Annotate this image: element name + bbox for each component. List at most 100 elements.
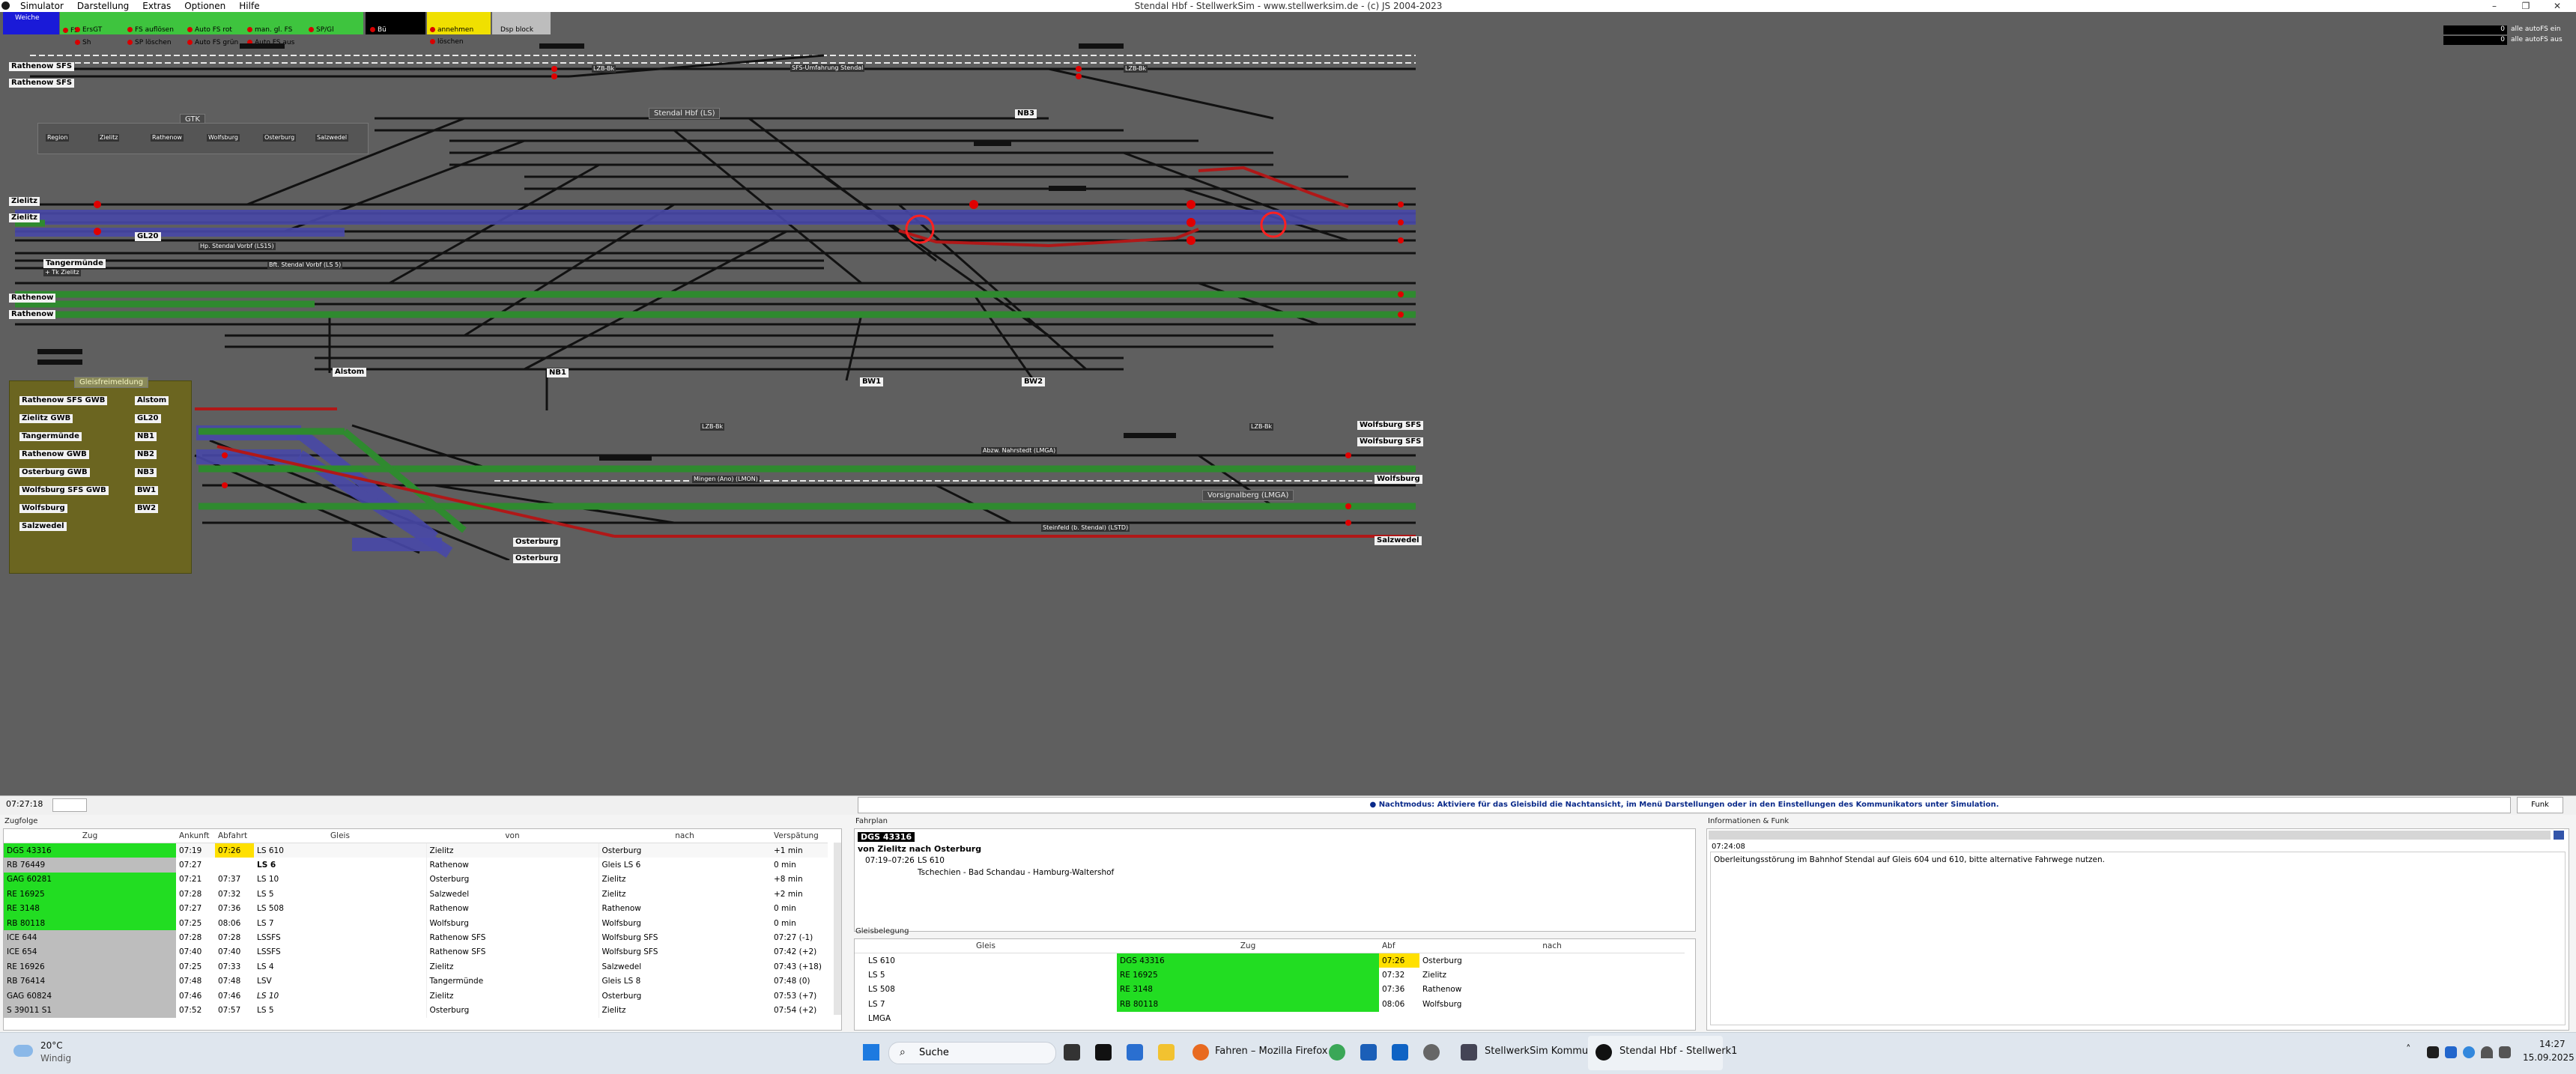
fs-aufloesen-button[interactable]: FS auflösen: [127, 26, 174, 34]
close-icon[interactable]: ✕: [2542, 0, 2572, 12]
legend-item[interactable]: Alstom: [135, 396, 169, 405]
table-row[interactable]: LS 5 RE 16925 07:32 Zielitz: [855, 968, 1685, 983]
col-zug[interactable]: Zug: [4, 829, 176, 843]
maximize-icon[interactable]: ❐: [2511, 0, 2541, 12]
legend-item[interactable]: Wolfsburg: [19, 504, 67, 513]
legend-item[interactable]: Rathenow SFS GWB: [19, 396, 108, 405]
table-row[interactable]: GAG 60281 07:21 07:37 LS 10 Osterburg Zielitz…: [4, 872, 828, 888]
menu-hilfe[interactable]: Hilfe: [232, 0, 266, 12]
menu-darstellung[interactable]: Darstellung: [70, 0, 136, 12]
legend-item[interactable]: NB1: [135, 432, 157, 441]
speaker-icon[interactable]: [2499, 1046, 2511, 1058]
col-abfahrt[interactable]: Abfahrt: [215, 829, 254, 843]
table-row[interactable]: RE 3148 07:27 07:36 LS 508 Rathenow Rathenow 0…: [4, 901, 828, 916]
col-abf[interactable]: Abf: [1379, 939, 1419, 953]
legend-item[interactable]: Wolfsburg SFS GWB: [19, 486, 109, 495]
legend-item[interactable]: Salzwedel: [19, 522, 67, 531]
gtk-button-salzwedel[interactable]: Salzwedel: [315, 134, 349, 142]
menu-optionen[interactable]: Optionen: [178, 0, 232, 12]
table-row[interactable]: GAG 60824 07:46 07:46 LS 10 Zielitz Osterburg…: [4, 988, 828, 1004]
weiche-button[interactable]: Weiche: [3, 12, 59, 34]
app-icon[interactable]: [1360, 1044, 1377, 1061]
legend-item[interactable]: Rathenow GWB: [19, 450, 89, 459]
table-cell: Rathenow: [1422, 985, 1462, 995]
stellwerk-task[interactable]: Stendal Hbf - Stellwerk1: [1619, 1046, 1737, 1057]
col-zug[interactable]: Zug: [1117, 939, 1379, 953]
auto-fs-rot-button[interactable]: Auto FS rot: [187, 26, 232, 34]
info-settings-icon[interactable]: [2554, 831, 2564, 840]
table-row[interactable]: RB 76449 07:27 LS 6 Rathenow Gleis LS 60 min: [4, 858, 828, 873]
table-row[interactable]: RE 16926 07:25 07:33 LS 4 Zielitz Salzwedel 07…: [4, 959, 828, 974]
ersgt-button[interactable]: ErsGT: [75, 26, 102, 34]
table-cell: 07:28: [218, 933, 241, 943]
outlook-icon[interactable]: [1392, 1044, 1408, 1061]
gtk-button-osterburg[interactable]: Osterburg: [263, 134, 297, 142]
windows-start-icon[interactable]: [863, 1044, 879, 1061]
alle-autofs-ein-button[interactable]: alle autoFS ein: [2511, 25, 2561, 33]
wifi-icon[interactable]: [2481, 1046, 2493, 1058]
folder-icon[interactable]: [1158, 1044, 1175, 1061]
col-gleis[interactable]: Gleis: [254, 829, 426, 843]
task-view-icon[interactable]: [1064, 1044, 1080, 1061]
minimize-icon[interactable]: –: [2479, 0, 2509, 12]
table-row[interactable]: LS 7 RB 80118 08:06 Wolfsburg: [855, 997, 1685, 1012]
table-row[interactable]: LS 508 RE 3148 07:36 Rathenow: [855, 982, 1685, 998]
terminal-icon[interactable]: [1095, 1044, 1112, 1061]
gtk-button-region[interactable]: Region: [46, 134, 70, 142]
table-row[interactable]: LMGA: [855, 1012, 1685, 1026]
table-row[interactable]: S 39011 S1 07:52 07:57 LS 5 Osterburg Zielitz…: [4, 1003, 828, 1018]
col-verspaetung[interactable]: Verspätung: [771, 829, 828, 843]
table-row[interactable]: RE 16925 07:28 07:32 LS 5 Salzwedel Zielitz +2…: [4, 887, 828, 902]
legend-item[interactable]: BW1: [135, 486, 159, 495]
search-icon: ⌕: [900, 1046, 906, 1058]
table-row[interactable]: RB 80118 07:25 08:06 LS 7 Wolfsburg Wolfsburg…: [4, 915, 828, 931]
firefox-icon[interactable]: [1192, 1044, 1209, 1061]
signal-dot-icon: [430, 27, 435, 32]
col-von[interactable]: von: [426, 829, 598, 843]
area-label: SFS-Umfahrung Stendal: [790, 64, 865, 72]
col-ankunft[interactable]: Ankunft: [176, 829, 215, 843]
legend-item[interactable]: Zielitz GWB: [19, 414, 73, 423]
funk-button[interactable]: Funk: [2517, 797, 2563, 813]
table-row[interactable]: LS 610 DGS 43316 07:26 Osterburg: [855, 953, 1685, 968]
table-cell: 08:06: [218, 918, 241, 928]
gtk-button-wolfsburg[interactable]: Wolfsburg: [207, 134, 240, 142]
kommunikator-task[interactable]: StellwerkSim Kommunik: [1485, 1046, 1603, 1057]
sp-gl-button[interactable]: SP/Gl: [309, 26, 334, 34]
col-gleis[interactable]: Gleis: [855, 939, 1117, 953]
store-icon[interactable]: [1127, 1044, 1143, 1061]
annehmen-button[interactable]: annehmen: [430, 26, 473, 34]
tray-icon[interactable]: [2463, 1046, 2475, 1058]
tray-icon[interactable]: [2445, 1046, 2457, 1058]
menu-extras[interactable]: Extras: [136, 0, 178, 12]
legend-item[interactable]: BW2: [135, 504, 159, 513]
stellwerksim-icon[interactable]: [1461, 1044, 1477, 1061]
legend-item[interactable]: Osterburg GWB: [19, 468, 90, 477]
gtk-button-rathenow[interactable]: Rathenow: [151, 134, 184, 142]
man-gl-fs-button[interactable]: man. gl. FS: [247, 26, 292, 34]
alle-autofs-aus-button[interactable]: alle autoFS aus: [2511, 36, 2563, 43]
firefox-task[interactable]: Fahren – Mozilla Firefox: [1215, 1046, 1328, 1057]
menu-simulator[interactable]: Simulator: [13, 0, 70, 12]
search-box[interactable]: ⌕ Suche: [888, 1042, 1056, 1064]
legend-item[interactable]: GL20: [135, 414, 161, 423]
table-row[interactable]: DGS 43316 07:19 07:26 LS 610 Zielitz Osterbur…: [4, 843, 828, 858]
legend-item[interactable]: NB3: [135, 468, 157, 477]
col-nach[interactable]: nach: [598, 829, 771, 843]
tray-icon[interactable]: [2427, 1046, 2439, 1058]
scrollbar[interactable]: [834, 843, 841, 1015]
gear-icon[interactable]: [1423, 1044, 1440, 1061]
stellwerk-icon[interactable]: [1595, 1044, 1612, 1061]
chevron-up-icon[interactable]: ˄: [2406, 1044, 2411, 1055]
legend-item[interactable]: NB2: [135, 450, 157, 459]
table-cell: Zielitz: [425, 988, 598, 1004]
chrome-icon[interactable]: [1329, 1044, 1345, 1061]
legend-item[interactable]: Tangermünde: [19, 432, 82, 441]
gtk-button-zielitz[interactable]: Zielitz: [98, 134, 120, 142]
time-input[interactable]: [52, 798, 87, 812]
table-row[interactable]: ICE 654 07:40 07:40 LSSFS Rathenow SFS Wolfsb…: [4, 944, 828, 960]
track-label: Steinfeld (b. Stendal) (LSTD): [1041, 524, 1130, 532]
table-row[interactable]: ICE 644 07:28 07:28 LSSFS Rathenow SFS Wolfsb…: [4, 930, 828, 945]
col-nach[interactable]: nach: [1419, 939, 1685, 953]
table-row[interactable]: RB 76414 07:48 07:48 LSV Tangermünde Gleis LS…: [4, 974, 828, 989]
